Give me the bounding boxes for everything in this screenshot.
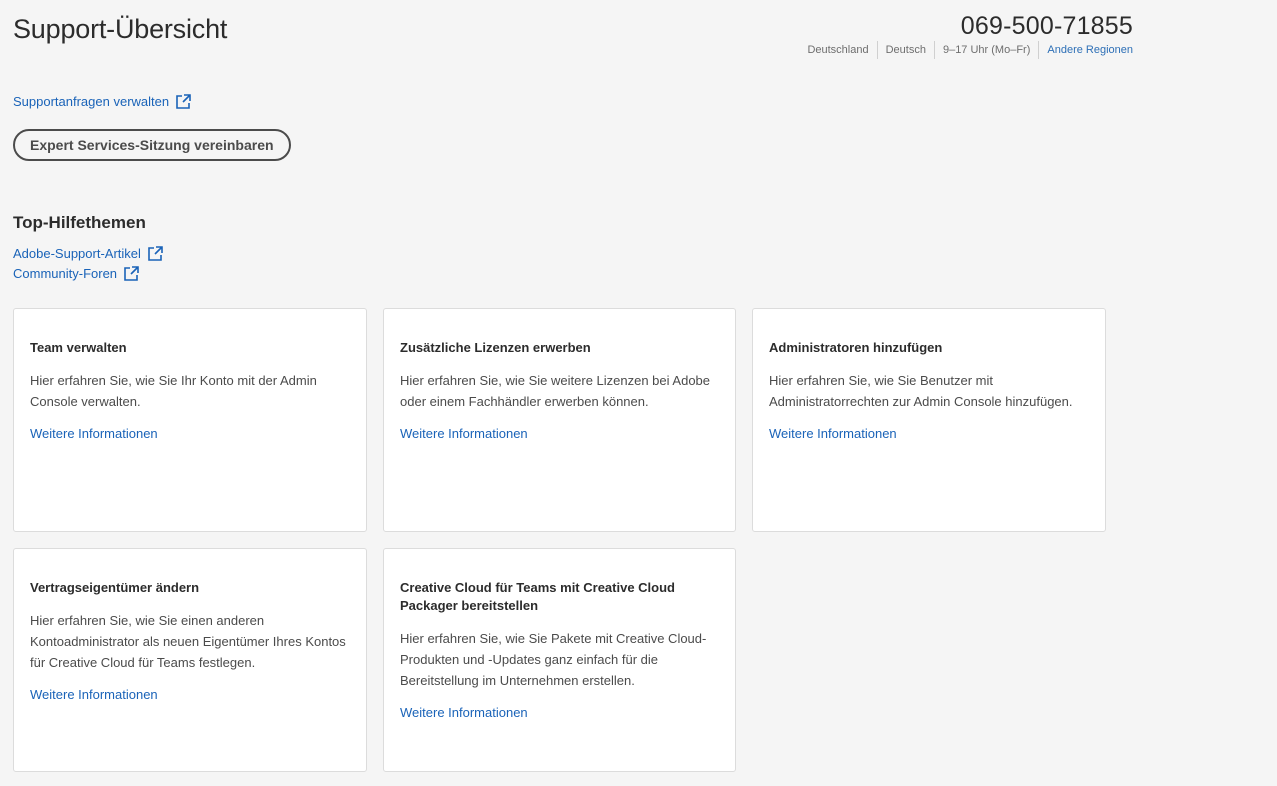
card-description: Hier erfahren Sie, wie Sie weitere Lizen… — [400, 373, 711, 409]
support-phone: 069-500-71855 — [960, 12, 1133, 40]
card-add-admins: Administratoren hinzufügen Hier erfahren… — [752, 308, 1106, 532]
card-description: Hier erfahren Sie, wie Sie Benutzer mit … — [769, 373, 1073, 409]
card-title: Zusätzliche Lizenzen erwerben — [400, 340, 591, 355]
manage-requests-label: Supportanfragen verwalten — [13, 94, 170, 109]
card-more-info-link[interactable]: Weitere Informationen — [769, 426, 897, 441]
card-buy-licenses: Zusätzliche Lizenzen erwerben Hier erfah… — [383, 308, 736, 532]
card-title: Creative Cloud für Teams mit Creative Cl… — [400, 580, 675, 613]
card-manage-team: Team verwalten Hier erfahren Sie, wie Si… — [13, 308, 367, 532]
card-title: Vertragseigentümer ändern — [30, 580, 200, 595]
manage-requests-link[interactable]: Supportanfragen verwalten — [13, 93, 192, 110]
help-links: Adobe-Support-Artikel Community-Foren — [13, 245, 164, 282]
external-link-icon — [147, 245, 164, 262]
card-description: Hier erfahren Sie, wie Sie einen anderen… — [30, 613, 346, 670]
region-meta: Deutschland Deutsch 9–17 Uhr (Mo–Fr) And… — [807, 41, 1133, 59]
external-link-icon — [123, 265, 140, 282]
support-articles-label: Adobe-Support-Artikel — [13, 246, 141, 261]
card-more-info-link[interactable]: Weitere Informationen — [400, 705, 528, 720]
contact-block: 069-500-71855 — [961, 12, 1133, 41]
community-forums-link[interactable]: Community-Foren — [13, 265, 164, 282]
card-description: Hier erfahren Sie, wie Sie Pakete mit Cr… — [400, 631, 707, 688]
card-title: Team verwalten — [30, 340, 127, 355]
community-forums-label: Community-Foren — [13, 266, 118, 281]
external-link-icon — [175, 93, 192, 110]
other-regions-link[interactable]: Andere Regionen — [1038, 41, 1133, 59]
card-change-owner: Vertragseigentümer ändern Hier erfahren … — [13, 548, 367, 772]
country-label: Deutschland — [807, 44, 869, 56]
help-topics-title: Top-Hilfethemen — [13, 213, 146, 232]
language-label: Deutsch — [876, 41, 934, 59]
support-articles-link[interactable]: Adobe-Support-Artikel — [13, 245, 164, 262]
page-title: Support-Übersicht — [13, 14, 228, 44]
card-deploy-packager: Creative Cloud für Teams mit Creative Cl… — [383, 548, 736, 772]
card-more-info-link[interactable]: Weitere Informationen — [400, 426, 528, 441]
card-more-info-link[interactable]: Weitere Informationen — [30, 426, 158, 441]
card-more-info-link[interactable]: Weitere Informationen — [30, 687, 158, 702]
expert-session-button[interactable]: Expert Services-Sitzung vereinbaren — [13, 129, 291, 161]
card-description: Hier erfahren Sie, wie Sie Ihr Konto mit… — [30, 373, 317, 409]
card-title: Administratoren hinzufügen — [769, 340, 943, 355]
hours-label: 9–17 Uhr (Mo–Fr) — [933, 41, 1038, 59]
